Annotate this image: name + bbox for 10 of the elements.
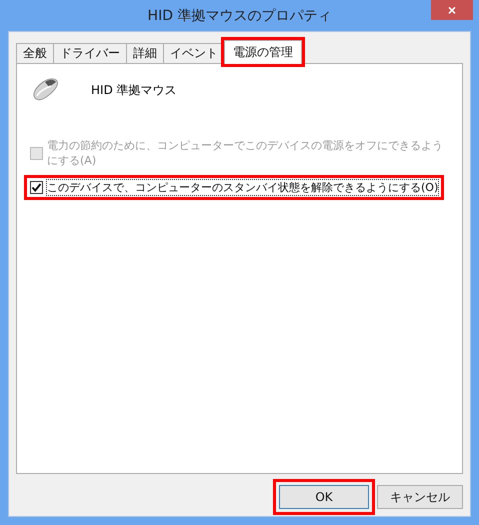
tab[interactable]: 全般 (16, 43, 54, 63)
dialog-button[interactable]: キャンセル (377, 485, 463, 509)
device-name: HID 準拠マウス (91, 82, 177, 99)
close-button[interactable]: × (431, 0, 473, 20)
window-title: HID 準拠マウスのプロパティ (148, 6, 332, 24)
mouse-icon (31, 76, 61, 102)
tab[interactable]: 電源の管理 (224, 40, 302, 64)
dialog-button[interactable]: OK (279, 485, 369, 509)
checkbox[interactable] (30, 181, 43, 194)
checkbox-option[interactable]: このデバイスで、コンピューターのスタンバイ状態を解除できるようにする(O) (27, 178, 442, 197)
